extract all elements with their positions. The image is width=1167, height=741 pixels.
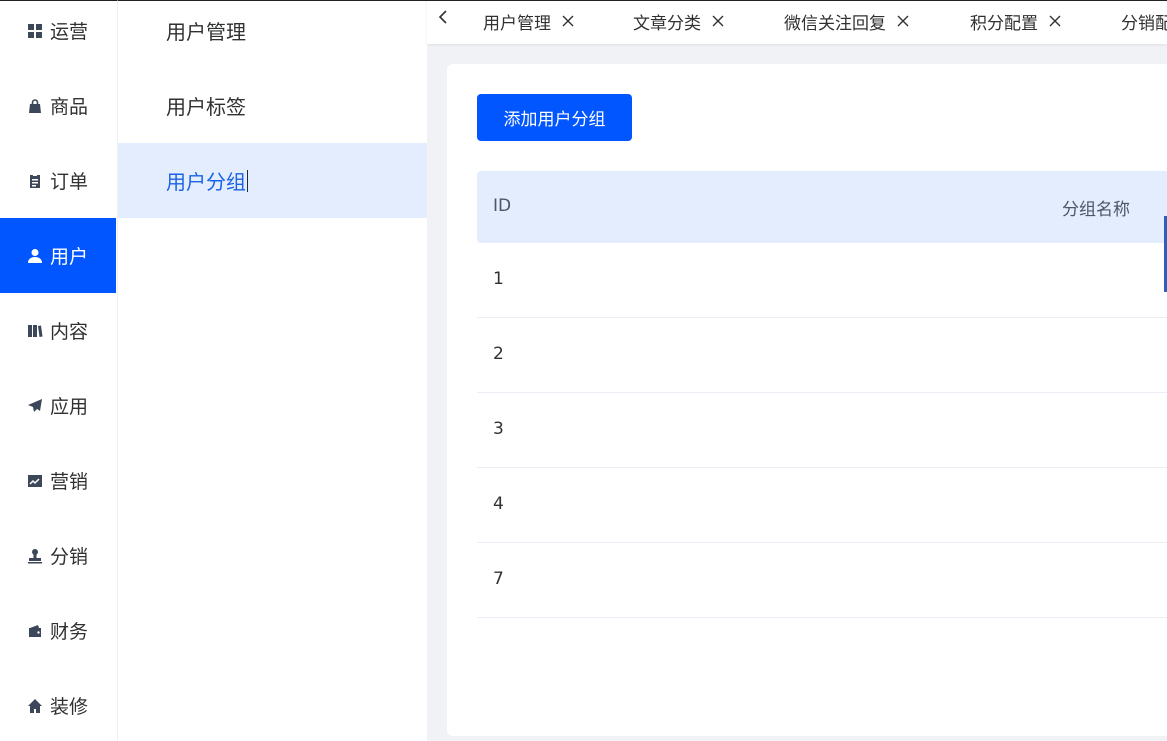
main-nav-item-distribution[interactable]: 分销 (0, 518, 116, 593)
grid-icon (26, 22, 43, 39)
chevron-left-icon (437, 9, 449, 29)
main-nav-item-marketing[interactable]: 营销 (0, 443, 116, 518)
add-user-group-button[interactable]: 添加用户分组 (477, 94, 632, 141)
shopping-bag-icon (26, 97, 43, 114)
user-group-table: ID 分组名称 1 2 3 4 7 (477, 171, 1167, 618)
cell-id: 1 (493, 269, 504, 289)
stamp-icon (26, 547, 43, 564)
main-nav-label: 内容 (50, 321, 89, 343)
main-nav-label: 用户 (50, 246, 89, 268)
close-icon[interactable] (896, 14, 910, 28)
main-nav-label: 运营 (50, 21, 89, 43)
scroll-left-button[interactable] (433, 7, 453, 31)
column-header-id: ID (493, 196, 512, 216)
table-row[interactable]: 1 (477, 243, 1167, 318)
column-header-group-name: 分组名称 (1062, 200, 1130, 220)
main-nav-label: 财务 (50, 621, 89, 643)
main-nav-item-users[interactable]: 用户 (0, 218, 116, 293)
text-cursor (247, 169, 248, 192)
tab-label: 用户管理 (483, 13, 551, 34)
tab-distribution-config[interactable]: 分销配 (1121, 9, 1167, 34)
content-card: 添加用户分组 ID 分组名称 1 2 3 4 7 (447, 64, 1167, 736)
main-nav-label: 订单 (50, 171, 89, 193)
book-icon (26, 322, 43, 339)
tab-user-management[interactable]: 用户管理 (483, 9, 575, 34)
main-nav-label: 装修 (50, 696, 89, 718)
tab-label: 积分配置 (970, 13, 1038, 34)
main-nav-item-products[interactable]: 商品 (0, 68, 116, 143)
table-row[interactable]: 2 (477, 318, 1167, 393)
sub-nav-item-user-groups[interactable]: 用户分组 (118, 143, 427, 218)
home-icon (26, 697, 43, 714)
sub-sidebar: 用户管理 用户标签 用户分组 (117, 0, 427, 741)
cell-id: 7 (493, 569, 504, 589)
main-nav-label: 商品 (50, 96, 89, 118)
clipboard-icon (26, 172, 43, 189)
sub-nav-label: 用户分组 (166, 170, 246, 194)
main-nav-item-orders[interactable]: 订单 (0, 143, 116, 218)
table-header: ID 分组名称 (477, 171, 1167, 243)
sub-nav-item-user-management[interactable]: 用户管理 (118, 0, 427, 68)
table-row[interactable]: 7 (477, 543, 1167, 618)
tab-points-config[interactable]: 积分配置 (970, 9, 1062, 34)
close-icon[interactable] (561, 14, 575, 28)
close-icon[interactable] (711, 14, 725, 28)
sub-nav-label: 用户标签 (166, 95, 246, 119)
sub-nav-label: 用户管理 (166, 20, 246, 44)
table-row[interactable]: 3 (477, 393, 1167, 468)
tab-label: 分销配 (1121, 13, 1167, 34)
cell-id: 3 (493, 419, 504, 439)
tab-label: 文章分类 (633, 13, 701, 34)
main-nav-label: 营销 (50, 471, 89, 493)
sub-nav-item-user-tags[interactable]: 用户标签 (118, 68, 427, 143)
close-icon[interactable] (1048, 14, 1062, 28)
table-row[interactable]: 4 (477, 468, 1167, 543)
main-nav-item-operations[interactable]: 运营 (0, 0, 116, 68)
main-nav-label: 应用 (50, 396, 89, 418)
trend-chart-icon (26, 472, 43, 489)
main-nav-item-content[interactable]: 内容 (0, 293, 116, 368)
tab-article-category[interactable]: 文章分类 (633, 9, 725, 34)
user-icon (26, 247, 43, 264)
main-nav-item-apps[interactable]: 应用 (0, 368, 116, 443)
wallet-icon (26, 622, 43, 639)
cell-id: 4 (493, 494, 504, 514)
paper-plane-icon (26, 397, 43, 414)
cell-id: 2 (493, 344, 504, 364)
tab-bar: 用户管理 文章分类 微信关注回复 积分配置 分销配 (427, 0, 1167, 44)
main-nav-label: 分销 (50, 546, 89, 568)
tab-label: 微信关注回复 (784, 13, 886, 34)
main-nav-item-finance[interactable]: 财务 (0, 593, 116, 668)
tab-wechat-follow-reply[interactable]: 微信关注回复 (784, 9, 910, 34)
main-sidebar: 运营 商品 订单 用户 内容 应用 营销 分销 财务 装修 (0, 0, 117, 741)
main-nav-item-decoration[interactable]: 装修 (0, 668, 116, 741)
